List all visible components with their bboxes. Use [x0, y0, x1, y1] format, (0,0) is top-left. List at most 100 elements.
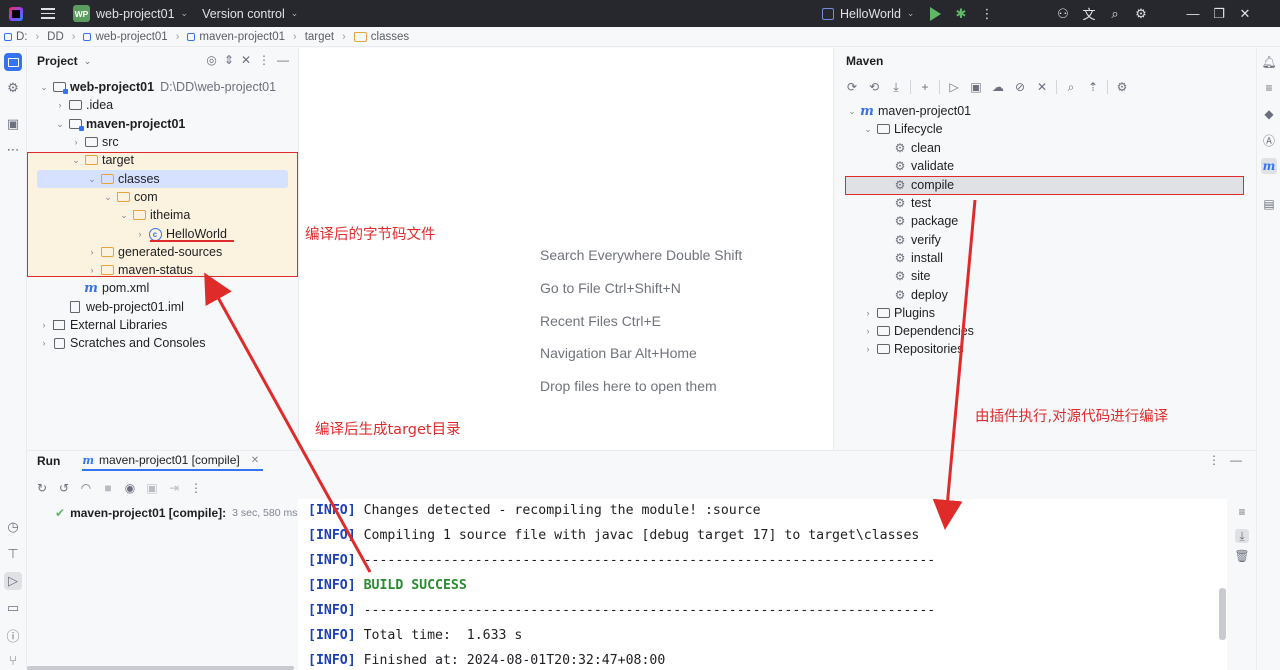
restore-button[interactable]: ❐ [1206, 0, 1232, 27]
console-scrollbar[interactable] [1219, 588, 1226, 640]
maven-project-node[interactable]: ⌄ m maven-project01 [845, 102, 971, 120]
tree-item-scratches[interactable]: › Scratches and Consoles [37, 334, 206, 352]
settings-button[interactable]: ⚙ [1128, 0, 1154, 27]
tree-item-web-project01-iml[interactable]: web-project01.iml [53, 298, 184, 316]
run-tree-item[interactable]: ✔ maven-project01 [compile]: 3 sec, 580 … [55, 506, 297, 520]
chevron-right-icon[interactable]: › [85, 265, 99, 275]
maven-plugins-node[interactable]: › Plugins [861, 304, 936, 322]
breadcrumb-item-dd[interactable]: DD [47, 31, 64, 43]
search-button[interactable]: ⌕ [1102, 0, 1128, 27]
more-vertical-icon[interactable]: ⋮ [185, 479, 207, 497]
build-tool-icon[interactable]: ⊤ [4, 545, 22, 563]
hide-icon[interactable]: — [1230, 453, 1242, 467]
database-icon[interactable]: ≡ [1261, 80, 1277, 96]
lifecycle-install[interactable]: ⚙ install [893, 249, 943, 267]
lifecycle-test[interactable]: ⚙ test [893, 194, 932, 212]
chevron-down-icon[interactable]: ⌄ [69, 155, 83, 166]
tree-item-itheima[interactable]: ⌄ itheima [117, 206, 190, 224]
more-tools-icon[interactable]: ⋯ [4, 141, 22, 159]
chevron-right-icon[interactable]: › [85, 247, 99, 257]
chevron-right-icon[interactable]: › [861, 308, 875, 318]
chevron-right-icon[interactable]: › [37, 320, 51, 330]
breadcrumb-item-target[interactable]: target [305, 31, 334, 43]
lifecycle-package[interactable]: ⚙ package [893, 212, 959, 230]
tab-maven-compile[interactable]: m maven-project01 [compile] ✕ [82, 451, 264, 471]
maven-lifecycle-node[interactable]: ⌄ Lifecycle [861, 120, 942, 138]
eye-icon[interactable]: ◉ [119, 479, 141, 497]
more-actions-button[interactable]: ⋮ [974, 0, 1000, 27]
breadcrumb-item-drive[interactable]: D: [4, 31, 28, 43]
chevron-down-icon[interactable]: ⌄ [53, 119, 67, 130]
translate-button[interactable]: 文 [1076, 0, 1102, 27]
ai-assistant-icon[interactable]: Ⓐ [1261, 132, 1277, 148]
tree-item-external-libraries[interactable]: › External Libraries [37, 316, 168, 334]
console-output[interactable]: [INFO] Changes detected - recompiling th… [298, 499, 1227, 670]
maven-dependencies-node[interactable]: › Dependencies [861, 322, 974, 340]
breadcrumb-item-maven-project01[interactable]: maven-project01 [187, 31, 285, 43]
account-button[interactable]: ⚇ [1050, 0, 1076, 27]
chevron-right-icon[interactable]: › [133, 229, 147, 239]
tree-item-idea[interactable]: › .idea [53, 96, 114, 114]
problems-tool-icon[interactable]: ⓘ [4, 626, 22, 644]
chevron-right-icon[interactable]: › [861, 326, 875, 336]
debug-button[interactable]: ✱ [948, 0, 974, 27]
terminal-tool-icon[interactable]: ▭ [4, 599, 22, 617]
project-switcher[interactable]: WP web-project01 ⌄ [73, 5, 188, 22]
breadcrumb-item-classes[interactable]: classes [353, 31, 409, 43]
soft-wrap-icon[interactable]: ≡ [1235, 505, 1249, 519]
trash-icon[interactable]: 🗑︎ [1234, 549, 1249, 563]
close-icon[interactable]: ✕ [251, 455, 259, 466]
tree-item-web-project01[interactable]: ⌄ web-project01 D:\DD\web-project01 [37, 78, 276, 96]
tree-item-pom-xml[interactable]: m pom.xml [69, 279, 149, 297]
main-menu-icon[interactable] [41, 8, 55, 19]
export-icon[interactable]: ⇥ [163, 479, 185, 497]
tree-item-maven-status[interactable]: › maven-status [85, 261, 194, 279]
lifecycle-verify[interactable]: ⚙ verify [893, 231, 941, 249]
toggle-offline-icon[interactable]: ◠ [75, 479, 97, 497]
rerun-icon[interactable]: ↻ [31, 479, 53, 497]
chevron-right-icon[interactable]: › [861, 344, 875, 354]
chevron-down-icon[interactable]: ⌄ [845, 106, 859, 117]
lifecycle-compile[interactable]: ⚙ compile [893, 176, 954, 194]
chevron-right-icon[interactable]: › [37, 338, 51, 348]
chevron-right-icon[interactable]: › [53, 100, 67, 110]
maven-tool-icon[interactable]: m [1261, 158, 1277, 174]
lifecycle-deploy[interactable]: ⚙ deploy [893, 286, 948, 304]
tree-item-classes[interactable]: ⌄ classes [85, 170, 159, 188]
structure-tool-icon[interactable]: ▣ [4, 115, 22, 133]
camera-icon[interactable]: ▣ [141, 479, 163, 497]
run-tool-icon[interactable]: ▷ [4, 572, 22, 590]
minimize-button[interactable]: — [1180, 0, 1206, 27]
more-vertical-icon[interactable]: ⋮ [1208, 453, 1220, 467]
services-tool-icon[interactable]: ◷ [4, 518, 22, 536]
chevron-down-icon[interactable]: ⌄ [37, 82, 51, 93]
chevron-down-icon[interactable]: ⌄ [101, 192, 115, 203]
git-tool-icon[interactable]: ⑂ [4, 651, 22, 669]
breadcrumb-item-web-project01[interactable]: web-project01 [83, 31, 168, 43]
maven-repositories-node[interactable]: › Repositories [861, 340, 964, 358]
commit-tool-icon[interactable]: ⚙ [4, 79, 22, 97]
tree-horizontal-scrollbar[interactable] [27, 666, 294, 670]
scroll-to-end-icon[interactable]: ⤓ [1235, 529, 1249, 543]
chevron-down-icon[interactable]: ⌄ [85, 174, 99, 185]
lifecycle-clean[interactable]: ⚙ clean [893, 139, 941, 157]
tree-item-src[interactable]: › src [69, 133, 119, 151]
lifecycle-validate[interactable]: ⚙ validate [893, 157, 954, 175]
bookmarks-icon[interactable]: ▤ [1261, 196, 1277, 212]
copilot-icon[interactable]: ◆ [1261, 106, 1277, 122]
chevron-down-icon[interactable]: ⌄ [117, 210, 131, 221]
close-window-button[interactable]: ✕ [1232, 0, 1258, 27]
chevron-right-icon[interactable]: › [69, 137, 83, 147]
tree-item-maven-project01[interactable]: ⌄ maven-project01 [53, 115, 185, 133]
run-config-selector[interactable]: HelloWorld ⌄ [822, 0, 914, 27]
tree-item-generated-sources[interactable]: › generated-sources [85, 243, 223, 261]
lifecycle-site[interactable]: ⚙ site [893, 267, 931, 285]
notifications-icon[interactable]: 🔔︎ [1261, 54, 1277, 70]
tree-item-com[interactable]: ⌄ com [101, 188, 157, 206]
run-button[interactable] [922, 0, 948, 27]
version-control-menu[interactable]: Version control ⌄ [202, 7, 298, 21]
chevron-down-icon[interactable]: ⌄ [861, 124, 875, 135]
rerun-failed-icon[interactable]: ↺ [53, 479, 75, 497]
tree-item-target[interactable]: ⌄ target [69, 151, 134, 169]
stop-icon[interactable]: ■ [97, 479, 119, 497]
